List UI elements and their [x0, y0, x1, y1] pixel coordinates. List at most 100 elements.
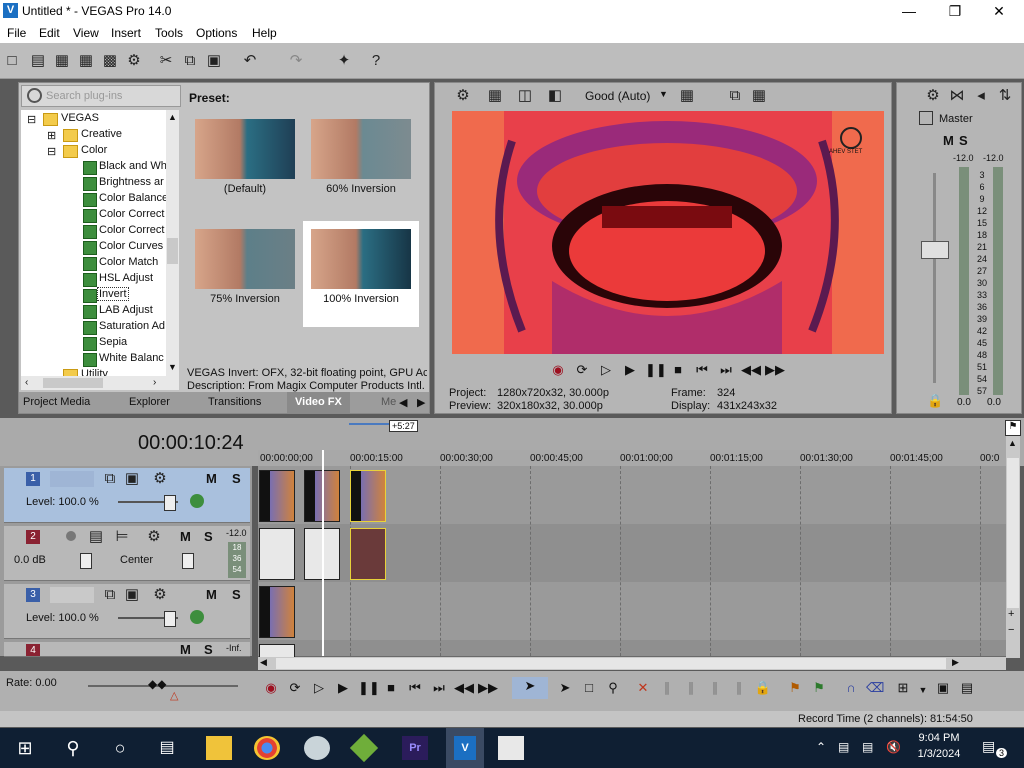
chevron-up-icon[interactable]: ⌃: [816, 740, 826, 754]
scroll-down-icon[interactable]: ▼: [168, 362, 177, 372]
master-mute-button[interactable]: M: [943, 133, 954, 148]
go-to-start-icon[interactable]: ⏮: [693, 361, 711, 379]
lock-events-icon[interactable]: 🔒: [754, 679, 772, 697]
pause-icon[interactable]: ❚❚: [645, 361, 667, 379]
app-cube-icon[interactable]: [349, 733, 379, 763]
cortana-icon[interactable]: ○: [107, 736, 133, 760]
tab-transitions[interactable]: Transitions: [208, 396, 261, 408]
close-button[interactable]: ✕: [976, 0, 1022, 23]
maximize-button[interactable]: ❐: [932, 0, 978, 23]
tree-item-plugin[interactable]: HSL Adjust: [99, 272, 153, 284]
loop-icon[interactable]: ⟳: [286, 679, 304, 697]
save-icon[interactable]: ▦: [52, 51, 72, 71]
audio-event[interactable]: [259, 644, 295, 658]
tree-item-plugin[interactable]: Color Curves: [99, 240, 163, 252]
level-slider-handle[interactable]: [164, 495, 176, 511]
scroll-left-icon[interactable]: ‹: [25, 377, 28, 388]
rate-slider-handle[interactable]: ◆◆: [148, 677, 166, 691]
tab-explorer[interactable]: Explorer: [129, 396, 170, 408]
insert-marker-icon[interactable]: ⚑: [786, 679, 804, 697]
tab-project-media[interactable]: Project Media: [23, 396, 90, 408]
tab-video-fx[interactable]: Video FX: [287, 392, 350, 413]
audio-event[interactable]: [259, 528, 295, 580]
level-slider-handle[interactable]: [164, 611, 176, 627]
lock-icon[interactable]: 🔒: [927, 393, 943, 409]
track-header-video-1[interactable]: 1 ⧉ ▣ ⚙ M S Level: 100.0 %: [4, 468, 250, 523]
redo-icon[interactable]: ↷: [286, 51, 306, 71]
tab-media-generators[interactable]: Me: [381, 396, 396, 408]
save-snapshot-icon[interactable]: ▦: [749, 86, 769, 106]
properties-gear-icon[interactable]: ⚙: [124, 51, 144, 71]
track-solo-button[interactable]: S: [232, 471, 241, 486]
menu-insert[interactable]: Insert: [111, 26, 141, 40]
split-screen-icon[interactable]: ◫: [515, 86, 535, 106]
track-solo-button[interactable]: S: [204, 529, 213, 544]
menu-help[interactable]: Help: [252, 26, 277, 40]
track-mute-button[interactable]: M: [180, 642, 191, 656]
audio-fx-icon[interactable]: ▤: [86, 527, 106, 547]
tree-item-plugin[interactable]: Color Match: [99, 256, 158, 268]
audio-properties-gear-icon[interactable]: ⚙: [144, 527, 164, 547]
app-globe-icon[interactable]: [304, 736, 330, 760]
track-header-video-3[interactable]: 3 ⧉ ▣ ⚙ M S Level: 100.0 %: [4, 584, 250, 639]
preset-75[interactable]: 75% Inversion: [187, 221, 303, 327]
go-to-end-icon[interactable]: ⏭: [717, 361, 735, 379]
stop-icon[interactable]: ■: [669, 361, 687, 379]
hscroll-thumb[interactable]: [43, 378, 103, 388]
zoom-tool-icon[interactable]: ⚲: [604, 679, 622, 697]
play-icon[interactable]: ▶: [334, 679, 352, 697]
preview-properties-gear-icon[interactable]: ⚙: [453, 86, 473, 106]
timeline-area[interactable]: [258, 450, 1008, 658]
scroll-thumb[interactable]: [167, 238, 178, 264]
pan-slider-handle[interactable]: [182, 553, 194, 569]
tree-item-plugin[interactable]: White Balanc: [99, 352, 164, 364]
trim-start-icon[interactable]: ∥: [682, 679, 700, 697]
network-icon[interactable]: ▤: [862, 740, 873, 754]
track-solo-button[interactable]: S: [204, 642, 213, 656]
cut-icon[interactable]: ✂: [156, 51, 176, 71]
tree-expander-icon[interactable]: ⊟: [27, 113, 36, 126]
scroll-right-icon[interactable]: ›: [153, 377, 156, 388]
tree-hscrollbar[interactable]: ‹ ›: [21, 376, 179, 390]
timeline-lane-3[interactable]: [258, 582, 1008, 641]
track-mute-button[interactable]: M: [206, 471, 217, 486]
compositing-mode-icon[interactable]: ⚙: [150, 469, 170, 489]
track-motion-icon[interactable]: ⧉: [100, 585, 120, 605]
track-fx-icon[interactable]: ▣: [122, 585, 142, 605]
audio-routing-icon[interactable]: ⊨: [112, 527, 132, 547]
task-view-icon[interactable]: ▤: [154, 736, 180, 760]
track-motion-icon[interactable]: ⧉: [100, 469, 120, 489]
pause-icon[interactable]: ❚❚: [358, 679, 380, 697]
file-explorer-icon[interactable]: [206, 736, 232, 760]
tool-icon[interactable]: ✦: [334, 51, 354, 71]
tree-item-plugin[interactable]: Sepia: [99, 336, 127, 348]
stop-icon[interactable]: ■: [382, 679, 400, 697]
previous-frame-icon[interactable]: ◀◀: [454, 679, 474, 697]
vegas-taskbar-button[interactable]: V: [446, 728, 484, 768]
scroll-left-icon[interactable]: ◀: [260, 657, 267, 668]
tree-scrollbar[interactable]: ▲ ▼: [166, 110, 179, 376]
tree-item-plugin[interactable]: Color Correct: [99, 208, 164, 220]
open-folder-icon[interactable]: ▤: [28, 51, 48, 71]
undo-icon[interactable]: ↶: [240, 51, 260, 71]
tree-item-vegas[interactable]: VEGAS: [61, 112, 99, 124]
menu-file[interactable]: File: [7, 26, 26, 40]
next-frame-icon[interactable]: ▶▶: [765, 361, 785, 379]
menu-view[interactable]: View: [73, 26, 99, 40]
timeline-vscrollbar[interactable]: ▲ + −: [1006, 436, 1020, 658]
tree-expander-icon[interactable]: ⊞: [47, 129, 56, 142]
tree-item-plugin[interactable]: Color Correct: [99, 224, 164, 236]
play-from-start-icon[interactable]: ▷: [597, 361, 615, 379]
scroll-right-icon[interactable]: ▶: [952, 657, 959, 668]
master-fx-icon[interactable]: ⇅: [995, 86, 1015, 106]
master-solo-button[interactable]: S: [959, 133, 968, 148]
playhead-cursor[interactable]: [322, 450, 324, 656]
external-monitor-icon[interactable]: ▦: [485, 86, 505, 106]
chevron-down-icon[interactable]: ▼: [914, 681, 932, 699]
track-solo-button[interactable]: S: [232, 587, 241, 602]
composite-child-icon[interactable]: [190, 494, 204, 508]
trim-end-icon[interactable]: ∥: [706, 679, 724, 697]
vscroll-thumb[interactable]: [1007, 458, 1019, 608]
split-icon[interactable]: ∥: [730, 679, 748, 697]
zoom-in-icon[interactable]: +: [1008, 608, 1014, 620]
